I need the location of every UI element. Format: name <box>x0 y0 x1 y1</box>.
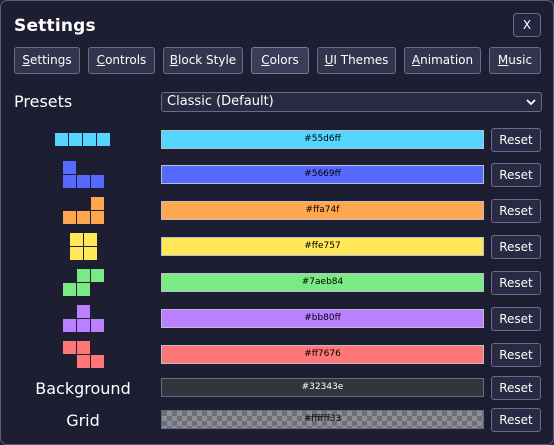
reset-button-t[interactable]: Reset <box>491 307 541 331</box>
tab-ui-themes[interactable]: UI Themes <box>317 47 396 74</box>
reset-button-z[interactable]: Reset <box>491 343 541 367</box>
tab-block-style-mnemonic: B <box>169 53 179 67</box>
reset-button-i[interactable]: Reset <box>491 128 541 152</box>
tab-controls-mnemonic: C <box>96 53 106 67</box>
tab-block-style-label: lock Style <box>178 53 237 67</box>
L-piece-icon <box>63 197 104 224</box>
color-swatch-l[interactable]: #ffa74f <box>161 201 484 220</box>
O-piece-icon <box>70 233 97 260</box>
tab-music-label: usic <box>508 53 533 67</box>
I-piece-icon <box>55 133 110 146</box>
preset-select[interactable]: Classic (Default) <box>161 92 542 112</box>
grid-label: Grid <box>66 411 100 430</box>
preset-select-value: Classic (Default) <box>167 94 274 109</box>
background-label: Background <box>35 379 131 398</box>
tab-controls[interactable]: Controls <box>88 47 155 74</box>
background-color-swatch[interactable]: #32343e <box>161 378 484 397</box>
J-piece-icon <box>63 161 104 188</box>
presets-label: Presets <box>14 92 73 111</box>
tab-controls-label: ontrols <box>105 53 147 67</box>
window-title: Settings <box>14 16 96 36</box>
Z-piece-icon <box>63 341 104 368</box>
tab-music[interactable]: Music <box>489 47 541 74</box>
tab-animation-mnemonic: A <box>411 53 421 67</box>
reset-button-j[interactable]: Reset <box>491 163 541 187</box>
color-swatch-z[interactable]: #ff7676 <box>161 345 484 364</box>
tab-colors-label: olors <box>269 53 299 67</box>
color-swatch-s[interactable]: #7aeb84 <box>161 273 484 292</box>
tab-music-mnemonic: M <box>497 53 509 67</box>
tab-settings[interactable]: Settings <box>14 47 80 74</box>
close-button[interactable]: X <box>513 13 541 37</box>
settings-window: Settings X Settings Controls Block Style… <box>0 0 554 445</box>
color-swatch-t[interactable]: #bb80ff <box>161 309 484 328</box>
reset-button-l[interactable]: Reset <box>491 199 541 223</box>
color-swatch-i[interactable]: #55d6ff <box>161 130 484 149</box>
tab-settings-mnemonic: S <box>22 53 30 67</box>
chevron-down-icon <box>526 99 536 106</box>
color-swatch-j[interactable]: #5669ff <box>161 165 484 184</box>
tab-block-style[interactable]: Block Style <box>163 47 243 74</box>
tab-animation-label: nimation <box>420 53 474 67</box>
color-swatch-o[interactable]: #ffe757 <box>161 237 484 256</box>
tab-ui-themes-label: I Themes <box>333 53 389 67</box>
S-piece-icon <box>63 269 104 296</box>
reset-button-o[interactable]: Reset <box>491 235 541 259</box>
tab-colors[interactable]: Colors <box>251 47 309 74</box>
T-piece-icon <box>63 305 104 332</box>
tab-settings-label: ettings <box>30 53 72 67</box>
tab-animation[interactable]: Animation <box>404 47 481 74</box>
tab-colors-mnemonic: C <box>261 53 270 67</box>
reset-button-s[interactable]: Reset <box>491 271 541 295</box>
grid-color-swatch[interactable]: #ffffff33 <box>161 410 484 429</box>
reset-button-grid[interactable]: Reset <box>491 408 541 432</box>
reset-button-background[interactable]: Reset <box>491 376 541 400</box>
